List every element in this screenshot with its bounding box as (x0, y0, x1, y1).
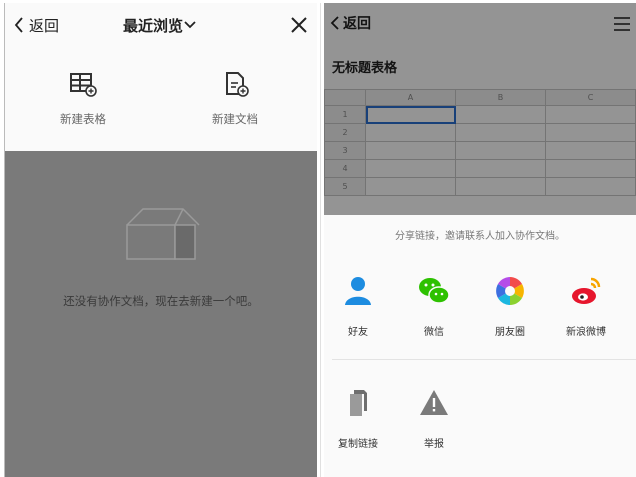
dim-overlay[interactable] (324, 3, 636, 215)
new-sheet-button[interactable]: 新建表格 (43, 71, 123, 127)
report-icon (420, 390, 448, 415)
empty-state-text: 还没有协作文档，现在去新建一个吧。 (63, 294, 259, 308)
left-screen: 返回 最近浏览 新建表格 新建文档 还没有协作文档，现在去新建一个吧。 (4, 3, 317, 477)
share-divider (332, 359, 636, 360)
back-label: 返回 (29, 16, 60, 35)
copy-link-label: 复制链接 (338, 439, 378, 450)
top-bar: 返回 最近浏览 (5, 3, 317, 47)
create-actions: 新建表格 新建文档 (5, 47, 317, 151)
new-doc-label: 新建文档 (212, 112, 258, 126)
share-friend-button[interactable]: 好友 (328, 273, 388, 338)
copy-link-button[interactable]: 复制链接 (328, 385, 388, 450)
contact-icon (345, 277, 371, 305)
right-screen: 返回 无标题表格 A B C 1 2 3 4 5 分享链接，邀请联系人加入协作文… (324, 3, 636, 477)
share-hint-text: 分享链接，邀请联系人加入协作文档。 (395, 231, 565, 242)
report-label: 举报 (424, 439, 444, 450)
share-friend-label: 好友 (348, 327, 368, 338)
share-moments-label: 朋友圈 (495, 327, 525, 338)
document-icon (226, 72, 249, 97)
panel-divider (320, 3, 321, 477)
new-doc-button[interactable]: 新建文档 (195, 71, 275, 127)
report-button[interactable]: 举报 (404, 385, 464, 450)
page-title: 最近浏览 (123, 16, 184, 35)
chevron-left-icon (14, 17, 23, 33)
share-wechat-button[interactable]: 微信 (404, 273, 464, 338)
table-icon (70, 73, 97, 97)
close-icon[interactable] (289, 15, 309, 35)
back-button[interactable]: 返回 (13, 13, 59, 37)
copy-link-icon (350, 390, 367, 416)
share-moments-button[interactable]: 朋友圈 (480, 273, 540, 338)
share-sheet: 分享链接，邀请联系人加入协作文档。 好友 微信 朋友圈 新浪微博 复制链接 举报 (324, 215, 636, 477)
wechat-icon (419, 278, 450, 304)
recent-dropdown[interactable]: 最近浏览 (123, 13, 197, 37)
empty-box-icon (126, 208, 200, 260)
moments-icon (496, 277, 524, 305)
share-wechat-label: 微信 (424, 327, 444, 338)
chevron-down-icon (184, 21, 196, 29)
new-sheet-label: 新建表格 (60, 112, 106, 126)
sheet-editor: 返回 无标题表格 A B C 1 2 3 4 5 (324, 3, 636, 215)
weibo-icon (572, 277, 601, 304)
share-weibo-label: 新浪微博 (566, 327, 606, 338)
share-weibo-button[interactable]: 新浪微博 (556, 273, 616, 338)
